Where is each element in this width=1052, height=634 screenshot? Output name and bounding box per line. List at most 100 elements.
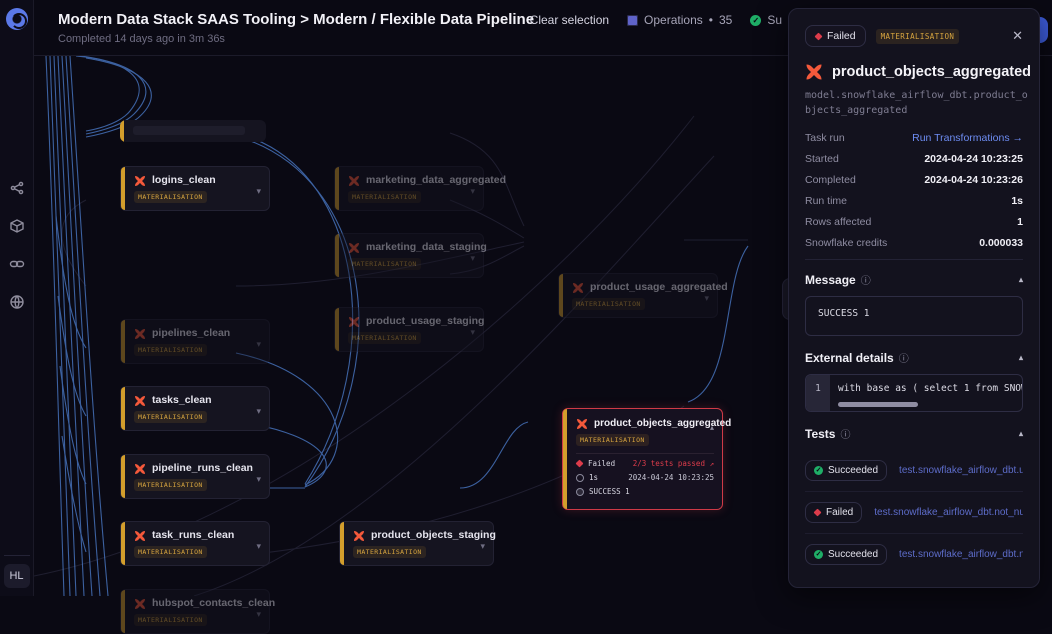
materialisation-badge: MATERIALISATION	[134, 546, 207, 558]
status-badge: Failed	[805, 25, 866, 47]
operations-grid-icon	[627, 15, 638, 26]
materialisation-badge: MATERIALISATION	[876, 29, 960, 44]
dbt-icon	[353, 529, 365, 541]
test-status-badge: ✓ Succeeded	[805, 544, 887, 565]
node-partial-badge	[133, 126, 245, 135]
test-row: ✓ Succeeded test.snowflake_airflow_dbt.n…	[805, 534, 1023, 575]
chevron-down-icon[interactable]: ▾	[256, 339, 261, 350]
message-body: SUCCESS 1	[805, 296, 1023, 336]
node-tasks-clean[interactable]: tasks_clean ▾ MATERIALISATION	[120, 386, 270, 431]
node-logins-clean[interactable]: logins_clean ▾ MATERIALISATION	[120, 166, 270, 211]
dbt-icon	[348, 174, 360, 186]
sidebar: HL	[0, 0, 34, 596]
dbt-icon	[805, 63, 823, 81]
message-section-header: Message ⓘ ▴	[805, 272, 1023, 287]
node-pipelines-clean[interactable]: pipelines_clean ▾ MATERIALISATION	[120, 319, 270, 364]
line-number: 1	[806, 375, 830, 411]
chevron-down-icon[interactable]: ▾	[256, 609, 261, 620]
dbt-icon	[348, 315, 360, 327]
webhooks-nav-icon[interactable]	[9, 294, 25, 310]
node-partial-top[interactable]	[120, 120, 266, 142]
dbt-icon	[134, 174, 146, 186]
operations-counter[interactable]: Operations • 35	[627, 13, 732, 27]
materialisation-badge: MATERIALISATION	[348, 332, 421, 344]
node-task-runs-clean[interactable]: task_runs_clean ▾ MATERIALISATION	[120, 521, 270, 566]
materialisation-badge: MATERIALISATION	[134, 614, 207, 626]
node-product-objects-staging[interactable]: product_objects_staging ▾ MATERIALISATIO…	[339, 521, 494, 566]
node-marketing-data-staging[interactable]: marketing_data_staging ▾ MATERIALISATION	[334, 233, 484, 278]
info-icon[interactable]: ⓘ	[899, 350, 909, 365]
collapse-icon[interactable]: ▴	[710, 423, 714, 432]
user-avatar[interactable]: HL	[4, 564, 30, 588]
succeeded-check-icon: ✓	[750, 15, 761, 26]
sql-code: with base as ( select 1 from SNOWFLAKE	[838, 383, 1022, 394]
chevron-down-icon[interactable]: ▾	[256, 186, 261, 197]
node-product-usage-aggregated[interactable]: product_usage_aggregated ▾ MATERIALISATI…	[558, 273, 718, 318]
panel-title: product_objects_aggregated	[832, 64, 1031, 80]
tests-summary-link[interactable]: 2/3 tests passed ↗	[633, 459, 714, 468]
test-link[interactable]: test.snowflake_airflow_dbt.not_null_pr	[899, 549, 1023, 560]
clock-icon	[576, 474, 584, 482]
node-marketing-data-aggregated[interactable]: marketing_data_aggregated ▾ MATERIALISAT…	[334, 166, 484, 211]
chevron-down-icon[interactable]: ▾	[256, 474, 261, 485]
sidebar-divider	[4, 555, 30, 556]
page-subtitle: Completed 14 days ago in 3m 36s	[58, 33, 534, 45]
tests-section-header: Tests ⓘ ▴	[805, 426, 1023, 441]
chevron-down-icon[interactable]: ▾	[256, 406, 261, 417]
dbt-icon	[576, 417, 588, 429]
chevron-down-icon[interactable]: ▾	[470, 253, 475, 264]
info-icon[interactable]: ⓘ	[840, 426, 850, 441]
node-product-objects-aggregated-selected[interactable]: product_objects_aggregated ▴ MATERIALISA…	[562, 408, 723, 510]
clear-selection-button[interactable]: Clear selection	[530, 13, 609, 27]
products-nav-icon[interactable]	[9, 218, 25, 234]
chevron-down-icon[interactable]: ▾	[256, 541, 261, 552]
sql-code-block[interactable]: 1 with base as ( select 1 from SNOWFLAKE	[805, 374, 1023, 412]
materialisation-badge: MATERIALISATION	[572, 298, 645, 310]
succeeded-counter[interactable]: ✓ Su	[750, 13, 782, 27]
close-icon[interactable]: ✕	[1012, 28, 1023, 44]
divider	[576, 453, 714, 454]
app-logo-icon[interactable]	[6, 8, 28, 30]
failed-diamond-icon	[815, 32, 823, 40]
materialisation-badge: MATERIALISATION	[134, 479, 207, 491]
pipelines-nav-icon[interactable]	[9, 180, 25, 196]
test-row: ✓ Succeeded test.snowflake_airflow_dbt.u…	[805, 450, 1023, 492]
dbt-icon	[134, 462, 146, 474]
materialisation-badge: MATERIALISATION	[134, 411, 207, 423]
detail-row: Started 2024-04-24 10:23:25	[805, 153, 1023, 165]
test-link[interactable]: test.snowflake_airflow_dbt.not_null_pr	[874, 507, 1023, 518]
detail-row: Snowflake credits 0.000033	[805, 237, 1023, 249]
test-link[interactable]: test.snowflake_airflow_dbt.unique_pro	[899, 465, 1023, 476]
chevron-down-icon[interactable]: ▾	[470, 327, 475, 338]
horizontal-scrollbar[interactable]	[838, 402, 918, 407]
collapse-icon[interactable]: ▴	[1019, 353, 1023, 362]
divider	[805, 259, 1023, 260]
collapse-icon[interactable]: ▴	[1019, 429, 1023, 438]
failed-diamond-icon	[576, 460, 584, 468]
node-pipeline-runs-clean[interactable]: pipeline_runs_clean ▾ MATERIALISATION	[120, 454, 270, 499]
materialisation-badge: MATERIALISATION	[134, 191, 207, 203]
page-title: Modern Data Stack SAAS Tooling > Modern …	[58, 11, 534, 28]
detail-row: Task run Run Transformations →	[805, 132, 1023, 144]
detail-row: Rows affected 1	[805, 216, 1023, 228]
failed-diamond-icon	[814, 509, 822, 517]
materialisation-badge: MATERIALISATION	[348, 258, 421, 270]
task-run-link[interactable]: Run Transformations →	[912, 132, 1023, 144]
dbt-icon	[572, 281, 584, 293]
integrations-nav-icon[interactable]	[9, 256, 25, 272]
chevron-down-icon[interactable]: ▾	[480, 541, 485, 552]
dbt-icon	[134, 529, 146, 541]
info-icon[interactable]: ⓘ	[861, 272, 871, 287]
chevron-down-icon[interactable]: ▾	[704, 293, 709, 304]
dbt-icon	[134, 327, 146, 339]
materialisation-badge: MATERIALISATION	[348, 191, 421, 203]
chevron-down-icon[interactable]: ▾	[470, 186, 475, 197]
collapse-icon[interactable]: ▴	[1019, 275, 1023, 284]
node-product-usage-staging[interactable]: product_usage_staging ▾ MATERIALISATION	[334, 307, 484, 352]
check-icon: ✓	[814, 466, 823, 475]
external-details-section-header: External details ⓘ ▴	[805, 350, 1023, 365]
test-status-badge: Failed	[805, 502, 862, 523]
panel-model-path: model.snowflake_airflow_dbt.product_obje…	[805, 88, 1030, 118]
dbt-icon	[348, 241, 360, 253]
detail-row: Run time 1s	[805, 195, 1023, 207]
